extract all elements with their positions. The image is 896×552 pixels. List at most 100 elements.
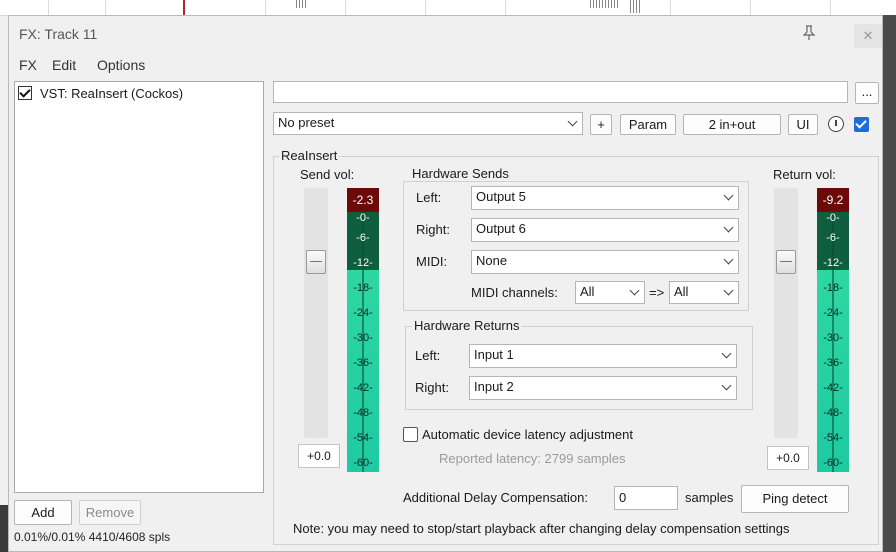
- return-vol-thumb[interactable]: [776, 250, 796, 274]
- return-right-value: Input 2: [474, 379, 514, 394]
- return-left-value: Input 1: [474, 347, 514, 362]
- return-right-label: Right:: [415, 380, 449, 395]
- send-right-label: Right:: [416, 222, 450, 237]
- title-bar[interactable]: FX: Track 11 ✕: [9, 16, 882, 52]
- auto-latency-label: Automatic device latency adjustment: [422, 427, 633, 442]
- window-title: FX: Track 11: [19, 26, 98, 42]
- waveform-peak: [590, 0, 618, 8]
- close-button[interactable]: ✕: [854, 24, 882, 48]
- timeline-gridline: [750, 0, 751, 15]
- ping-detect-button[interactable]: Ping detect: [741, 485, 849, 513]
- ui-button[interactable]: UI: [788, 114, 818, 135]
- return-right-dropdown[interactable]: Input 2: [469, 376, 737, 400]
- fx-enable-checkbox[interactable]: [18, 86, 32, 100]
- return-level-meter: -9.2 -0- -6- -12- -18- -24- -30- -36- -42- -48- -…: [817, 188, 849, 472]
- midi-to-dropdown[interactable]: All: [669, 281, 739, 304]
- meter-tick-label: -42-: [353, 382, 373, 394]
- preset-name-field[interactable]: [273, 81, 848, 103]
- meter-tick-label: -24-: [353, 307, 373, 319]
- meter-tick-label: -60-: [353, 457, 373, 469]
- chevron-down-icon: [723, 254, 734, 265]
- delay-comp-input[interactable]: 0: [614, 486, 678, 510]
- timeline-gridline: [48, 0, 49, 15]
- send-midi-dropdown[interactable]: None: [471, 250, 739, 274]
- chevron-down-icon: [723, 285, 734, 296]
- plugin-name: ReaInsert: [279, 148, 340, 163]
- send-midi-label: MIDI:: [416, 254, 448, 269]
- waveform-peak: [630, 0, 640, 13]
- return-left-dropdown[interactable]: Input 1: [469, 344, 737, 368]
- waveform-peak: [296, 0, 306, 8]
- meter-tick-label: -36-: [823, 357, 843, 369]
- return-peak-readout: -9.2: [817, 188, 849, 212]
- timeline-gridline: [345, 0, 346, 15]
- meter-tick-label: -42-: [823, 382, 843, 394]
- wet-knob-icon[interactable]: [828, 116, 844, 132]
- fx-list-item[interactable]: VST: ReaInsert (Cockos): [18, 84, 183, 102]
- io-routing-button[interactable]: 2 in+out: [683, 114, 781, 135]
- meter-tick-label: -54-: [823, 432, 843, 444]
- meter-tick-label: -0-: [826, 212, 840, 224]
- return-vol-slider[interactable]: [774, 188, 798, 438]
- meter-tick-label: -0-: [356, 212, 370, 224]
- send-vol-thumb[interactable]: [306, 250, 326, 274]
- midi-channels-label: MIDI channels:: [471, 285, 558, 300]
- send-vol-value[interactable]: +0.0: [298, 444, 340, 468]
- send-vol-label: Send vol:: [300, 167, 355, 182]
- timeline-gridline: [265, 0, 266, 15]
- meter-tick-label: -12-: [823, 257, 843, 269]
- cpu-status: 0.01%/0.01% 4410/4608 spls: [14, 530, 171, 544]
- pin-icon[interactable]: [802, 25, 816, 45]
- hardware-sends-title: Hardware Sends: [410, 166, 511, 181]
- hardware-returns-title: Hardware Returns: [412, 318, 522, 333]
- midi-from-value: All: [580, 284, 595, 299]
- send-left-value: Output 5: [476, 189, 526, 204]
- meter-tick-label: -36-: [353, 357, 373, 369]
- send-right-value: Output 6: [476, 221, 526, 236]
- add-preset-button[interactable]: +: [590, 114, 612, 135]
- send-level-meter: -2.3 -0- -6- -12- -18- -24- -30- -36- -42- -48- -…: [347, 188, 379, 472]
- send-midi-value: None: [476, 253, 508, 268]
- return-vol-label: Return vol:: [773, 167, 836, 182]
- menu-options[interactable]: Options: [97, 57, 145, 73]
- return-vol-value[interactable]: +0.0: [767, 446, 809, 470]
- preset-dropdown[interactable]: No preset: [273, 112, 583, 135]
- meter-tick-label: -24-: [823, 307, 843, 319]
- timeline-gridline: [505, 0, 506, 15]
- meter-tick-label: -60-: [823, 457, 843, 469]
- timeline-gridline: [425, 0, 426, 15]
- background-track-area: [0, 505, 8, 552]
- fx-window: FX: Track 11 ✕ FX Edit Options VST: ReaI…: [8, 15, 883, 552]
- chevron-down-icon: [629, 285, 640, 296]
- more-options-button[interactable]: ...: [855, 82, 879, 104]
- meter-tick-label: -6-: [826, 232, 840, 244]
- bypass-checkbox[interactable]: [854, 117, 869, 132]
- timeline-gridline: [105, 0, 106, 15]
- midi-from-dropdown[interactable]: All: [575, 281, 645, 304]
- meter-tick-label: -48-: [353, 407, 373, 419]
- return-left-label: Left:: [415, 348, 441, 363]
- send-left-label: Left:: [416, 190, 442, 205]
- remove-fx-button[interactable]: Remove: [79, 500, 141, 525]
- add-fx-button[interactable]: Add: [14, 500, 72, 525]
- chevron-down-icon: [723, 222, 734, 233]
- send-vol-slider[interactable]: [304, 188, 328, 438]
- send-meter-bar: -0- -6- -12- -18- -24- -30- -36- -42- -48- -54- -6…: [347, 212, 379, 472]
- menu-fx[interactable]: FX: [19, 57, 37, 73]
- send-left-dropdown[interactable]: Output 5: [471, 186, 739, 210]
- auto-latency-option[interactable]: Automatic device latency adjustment: [403, 427, 633, 442]
- send-right-dropdown[interactable]: Output 6: [471, 218, 739, 242]
- return-meter-bar: -0- -6- -12- -18- -24- -30- -36- -42- -48- -54- -6…: [817, 212, 849, 472]
- meter-tick-label: -54-: [353, 432, 373, 444]
- param-button[interactable]: Param: [620, 114, 676, 135]
- delay-comp-label: Additional Delay Compensation:: [403, 490, 588, 505]
- menu-bar: FX Edit Options: [9, 52, 882, 78]
- auto-latency-checkbox[interactable]: [403, 427, 418, 442]
- arrange-timeline: [0, 0, 896, 16]
- preset-value: No preset: [278, 115, 335, 130]
- samples-label: samples: [685, 490, 734, 505]
- chevron-down-icon: [721, 348, 732, 359]
- chevron-down-icon: [723, 190, 734, 201]
- fx-chain-list[interactable]: VST: ReaInsert (Cockos): [14, 81, 264, 493]
- menu-edit[interactable]: Edit: [52, 57, 76, 73]
